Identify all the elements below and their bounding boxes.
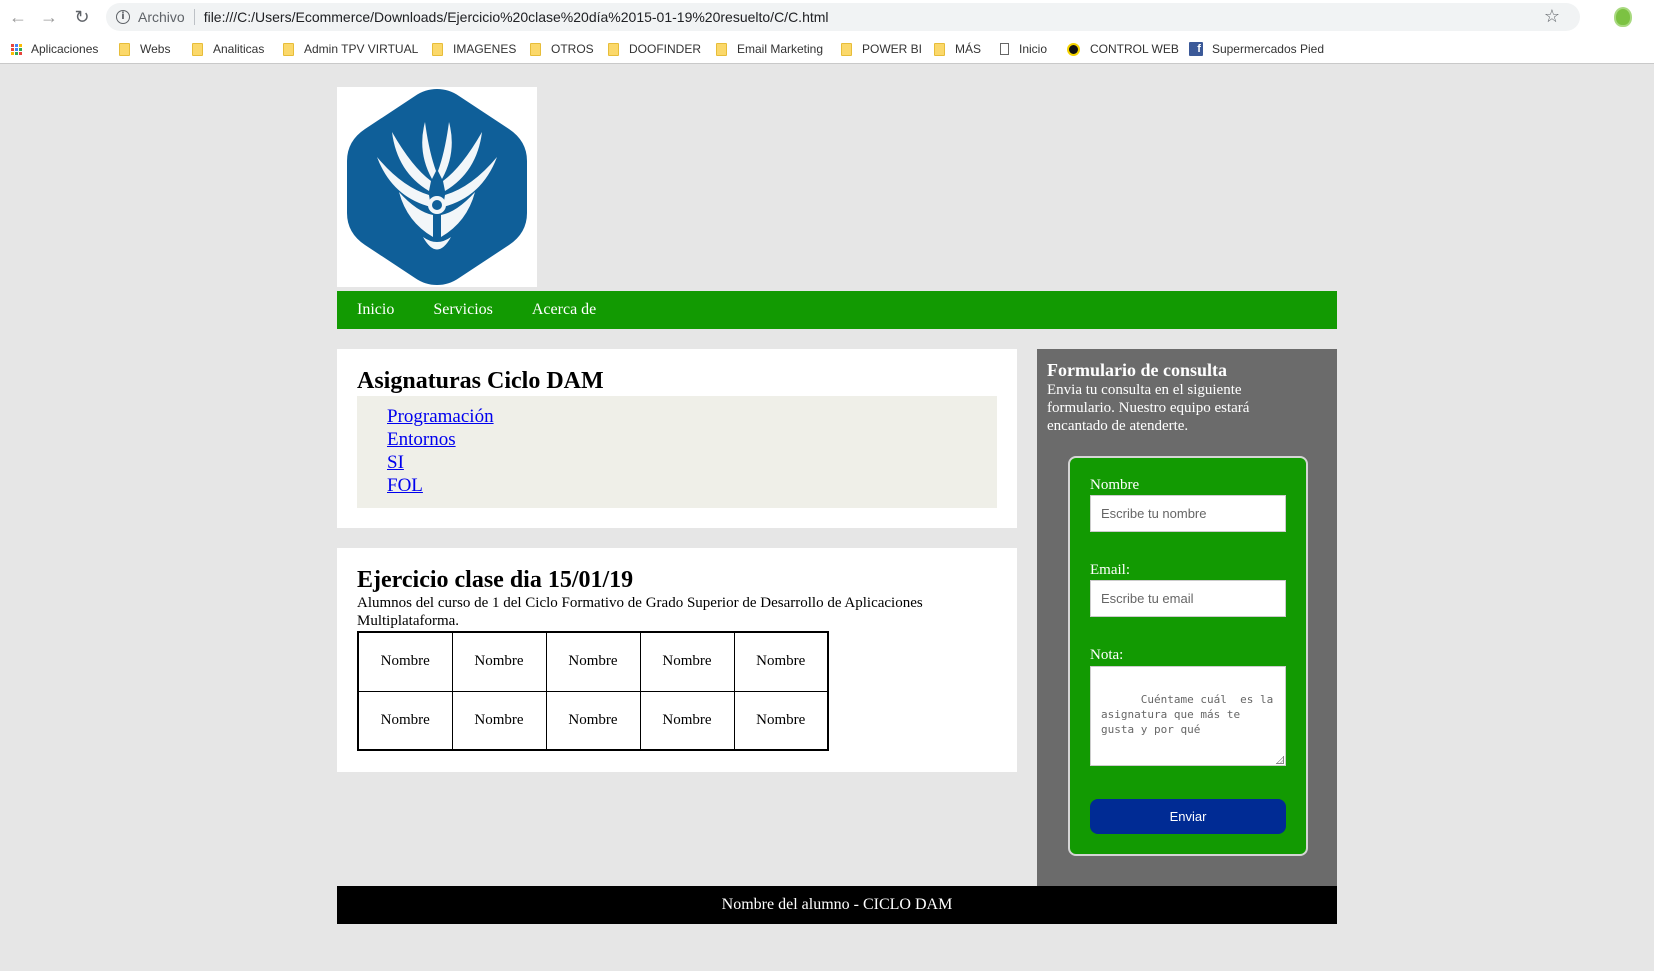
bookmark-label: Webs xyxy=(140,42,171,56)
email-label: Email: xyxy=(1090,562,1130,578)
bookmark-folder[interactable]: POWER BI xyxy=(841,41,922,57)
bookmark-folder[interactable]: IMAGENES xyxy=(432,41,516,57)
subject-link-entornos[interactable]: Entornos xyxy=(387,428,997,451)
table-cell: Nombre xyxy=(451,631,547,692)
footer-text: Nombre del alumno - CICLO DAM xyxy=(721,896,953,913)
bookmark-label: Supermercados Pied xyxy=(1211,42,1324,56)
subjects-card: Asignaturas Ciclo DAM Programación Entor… xyxy=(337,349,1017,528)
bookmark-label: Admin TPV VIRTUAL xyxy=(304,42,419,56)
bookmark-page[interactable]: Inicio xyxy=(1000,41,1047,57)
bookmark-label: POWER BI xyxy=(862,42,923,56)
table-cell: Nombre xyxy=(733,690,829,751)
address-bar[interactable]: i Archivo file:///C:/Users/Ecommerce/Dow… xyxy=(106,3,1580,31)
bookmark-folder[interactable]: Email Marketing xyxy=(716,41,823,57)
bookmark-label: Inicio xyxy=(1019,42,1048,56)
folder-icon xyxy=(841,42,852,56)
bookmark-facebook[interactable]: f Supermercados Pied xyxy=(1189,41,1324,57)
nav-link-inicio[interactable]: Inicio xyxy=(357,301,394,319)
folder-icon xyxy=(530,42,541,56)
bookmark-folder[interactable]: MÁS xyxy=(934,41,981,57)
note-label: Nota: xyxy=(1090,647,1124,663)
table-row: Nombre Nombre Nombre Nombre Nombre xyxy=(357,690,829,751)
exercise-card: Ejercicio clase dia 15/01/19 Alumnos del… xyxy=(337,548,1017,772)
bookmark-folder[interactable]: Analiticas xyxy=(192,41,264,57)
nav-link-acerca-de[interactable]: Acerca de xyxy=(532,301,596,319)
table-cell: Nombre xyxy=(639,631,735,692)
email-input[interactable]: Escribe tu email xyxy=(1090,580,1286,617)
subjects-list: Programación Entornos SI FOL xyxy=(357,396,997,508)
bookmark-label: MÁS xyxy=(955,42,982,56)
folder-icon xyxy=(934,42,945,56)
back-arrow-icon[interactable]: ← xyxy=(6,5,30,29)
name-label: Nombre xyxy=(1090,477,1140,493)
browser-toolbar: ← → ↻ i Archivo file:///C:/Users/Ecommer… xyxy=(0,0,1654,34)
table-cell: Nombre xyxy=(545,690,641,751)
folder-icon xyxy=(283,42,294,56)
bookmark-label: CONTROL WEB xyxy=(1090,42,1179,56)
submit-button[interactable]: Enviar xyxy=(1090,799,1286,834)
apps-icon xyxy=(11,43,22,55)
omnibox-divider xyxy=(193,9,195,25)
table-cell: Nombre xyxy=(733,631,829,692)
subject-link-programacion[interactable]: Programación xyxy=(387,405,997,428)
name-input[interactable]: Escribe tu nombre xyxy=(1090,495,1286,532)
bookmark-folder[interactable]: Admin TPV VIRTUAL xyxy=(283,41,418,57)
page-icon xyxy=(1000,43,1009,55)
note-placeholder: Cuéntame cuál es la asignatura que más t… xyxy=(1101,693,1280,736)
sidebar-title: Formulario de consulta xyxy=(1047,360,1227,380)
subject-link-si[interactable]: SI xyxy=(387,451,997,474)
table-cell: Nombre xyxy=(451,690,547,751)
folder-icon xyxy=(716,42,727,56)
scheme-label: Archivo xyxy=(138,9,185,25)
bookmarks-bar: Aplicaciones Webs Analiticas Admin TPV V… xyxy=(0,34,1654,64)
extension-icon[interactable] xyxy=(1614,7,1632,27)
bookmark-control-web[interactable]: CONTROL WEB xyxy=(1067,41,1179,57)
table-cell: Nombre xyxy=(357,631,453,692)
table-cell: Nombre xyxy=(357,690,453,751)
bookmark-star-icon[interactable]: ☆ xyxy=(1544,6,1560,27)
reload-icon[interactable]: ↻ xyxy=(70,5,94,29)
page-footer: Nombre del alumno - CICLO DAM xyxy=(337,886,1337,924)
site-logo xyxy=(337,87,537,287)
contact-form: Nombre Escribe tu nombre Email: Escribe … xyxy=(1068,456,1308,856)
folder-icon xyxy=(608,42,619,56)
bookmark-label: DOOFINDER xyxy=(629,42,701,56)
forward-arrow-icon[interactable]: → xyxy=(37,5,61,29)
facebook-icon: f xyxy=(1189,42,1203,56)
table-row: Nombre Nombre Nombre Nombre Nombre xyxy=(357,631,829,692)
bookmark-label: Analiticas xyxy=(213,42,265,56)
folder-icon xyxy=(119,42,130,56)
bookmark-label: Email Marketing xyxy=(737,42,824,56)
bookmark-label: Aplicaciones xyxy=(31,42,99,56)
bookmark-label: OTROS xyxy=(551,42,594,56)
folder-icon xyxy=(432,42,443,56)
sidebar-text: Envia tu consulta en el siguiente formul… xyxy=(1047,382,1250,434)
bookmark-folder[interactable]: Webs xyxy=(119,41,170,57)
url-text[interactable]: file:///C:/Users/Ecommerce/Downloads/Eje… xyxy=(204,9,829,25)
table-cell: Nombre xyxy=(545,631,641,692)
bookmark-label: IMAGENES xyxy=(453,42,517,56)
subject-link-fol[interactable]: FOL xyxy=(387,474,997,497)
folder-icon xyxy=(192,42,203,56)
resize-handle-icon[interactable] xyxy=(1276,756,1284,764)
main-navbar: Inicio Servicios Acerca de xyxy=(337,291,1337,329)
bookmark-folder[interactable]: DOOFINDER xyxy=(608,41,701,57)
subjects-title: Asignaturas Ciclo DAM xyxy=(357,368,604,394)
nav-link-servicios[interactable]: Servicios xyxy=(433,301,493,319)
exercise-description: Alumnos del curso de 1 del Ciclo Formati… xyxy=(357,595,923,629)
students-table: Nombre Nombre Nombre Nombre Nombre Nombr… xyxy=(357,631,829,751)
bookmark-folder[interactable]: OTROS xyxy=(530,41,594,57)
contact-sidebar: Formulario de consulta Envia tu consulta… xyxy=(1037,349,1337,886)
phoenix-logo-icon xyxy=(347,89,527,285)
table-cell: Nombre xyxy=(639,690,735,751)
bookmark-apps[interactable]: Aplicaciones xyxy=(11,41,98,57)
info-icon[interactable]: i xyxy=(116,10,130,24)
power-icon xyxy=(1067,42,1080,56)
exercise-title: Ejercicio clase dia 15/01/19 xyxy=(357,567,634,593)
note-textarea[interactable]: Cuéntame cuál es la asignatura que más t… xyxy=(1090,666,1286,766)
